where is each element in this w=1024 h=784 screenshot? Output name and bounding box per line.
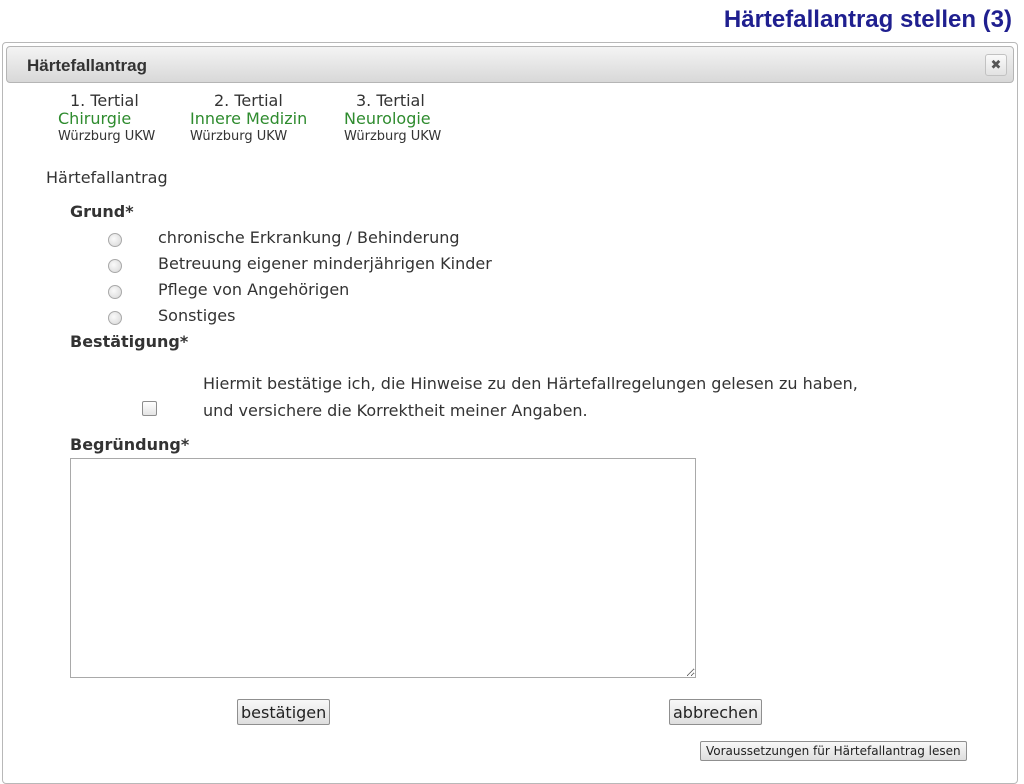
tertial-location: Würzburg UKW	[190, 129, 288, 144]
radio-grund-2[interactable]	[108, 259, 122, 273]
radio-label: Sonstiges	[158, 306, 236, 325]
begruendung-textarea[interactable]	[70, 458, 696, 678]
radio-grund-1[interactable]	[108, 233, 122, 247]
tertial-number: 2. Tertial	[214, 91, 283, 110]
dialog-titlebar: Härtefallantrag ✖	[6, 46, 1014, 83]
confirm-button[interactable]: bestätigen	[237, 699, 331, 725]
begruendung-label: Begründung*	[70, 435, 190, 454]
tertial-subject: Innere Medizin	[190, 109, 308, 128]
section-heading: Härtefallantrag	[46, 168, 168, 187]
radio-grund-4[interactable]	[108, 311, 122, 325]
radio-grund-3[interactable]	[108, 285, 122, 299]
tertial-2: 2. Tertial Innere Medizin Würzburg UKW	[190, 92, 307, 146]
requirements-button[interactable]: Voraussetzungen für Härtefallantrag lese…	[700, 741, 967, 761]
grund-label: Grund*	[70, 202, 134, 221]
slide-title: Härtefallantrag stellen (3)	[723, 6, 1012, 33]
dialog-title: Härtefallantrag	[27, 56, 147, 75]
radio-label: Betreuung eigener minderjährigen Kinder	[158, 254, 492, 273]
tertial-3: 3. Tertial Neurologie Würzburg UKW	[344, 92, 441, 146]
tertial-number: 1. Tertial	[70, 91, 139, 110]
tertial-subject: Neurologie	[344, 109, 431, 128]
tertial-1: 1. Tertial Chirurgie Würzburg UKW	[58, 92, 155, 146]
cancel-button[interactable]: abbrechen	[669, 699, 763, 725]
close-icon: ✖	[990, 57, 1002, 73]
tertial-location: Würzburg UKW	[58, 129, 156, 144]
tertial-location: Würzburg UKW	[344, 129, 442, 144]
radio-label: chronische Erkrankung / Behinderung	[158, 228, 460, 247]
radio-label: Pflege von Angehörigen	[158, 280, 350, 299]
tertial-number: 3. Tertial	[356, 91, 425, 110]
tertial-subject: Chirurgie	[58, 109, 132, 128]
confirm-checkbox[interactable]	[142, 401, 157, 416]
confirm-text: Hiermit bestätige ich, die Hinweise zu d…	[203, 374, 858, 420]
close-button[interactable]: ✖	[985, 54, 1007, 76]
bestaetigung-label: Bestätigung*	[70, 332, 189, 351]
